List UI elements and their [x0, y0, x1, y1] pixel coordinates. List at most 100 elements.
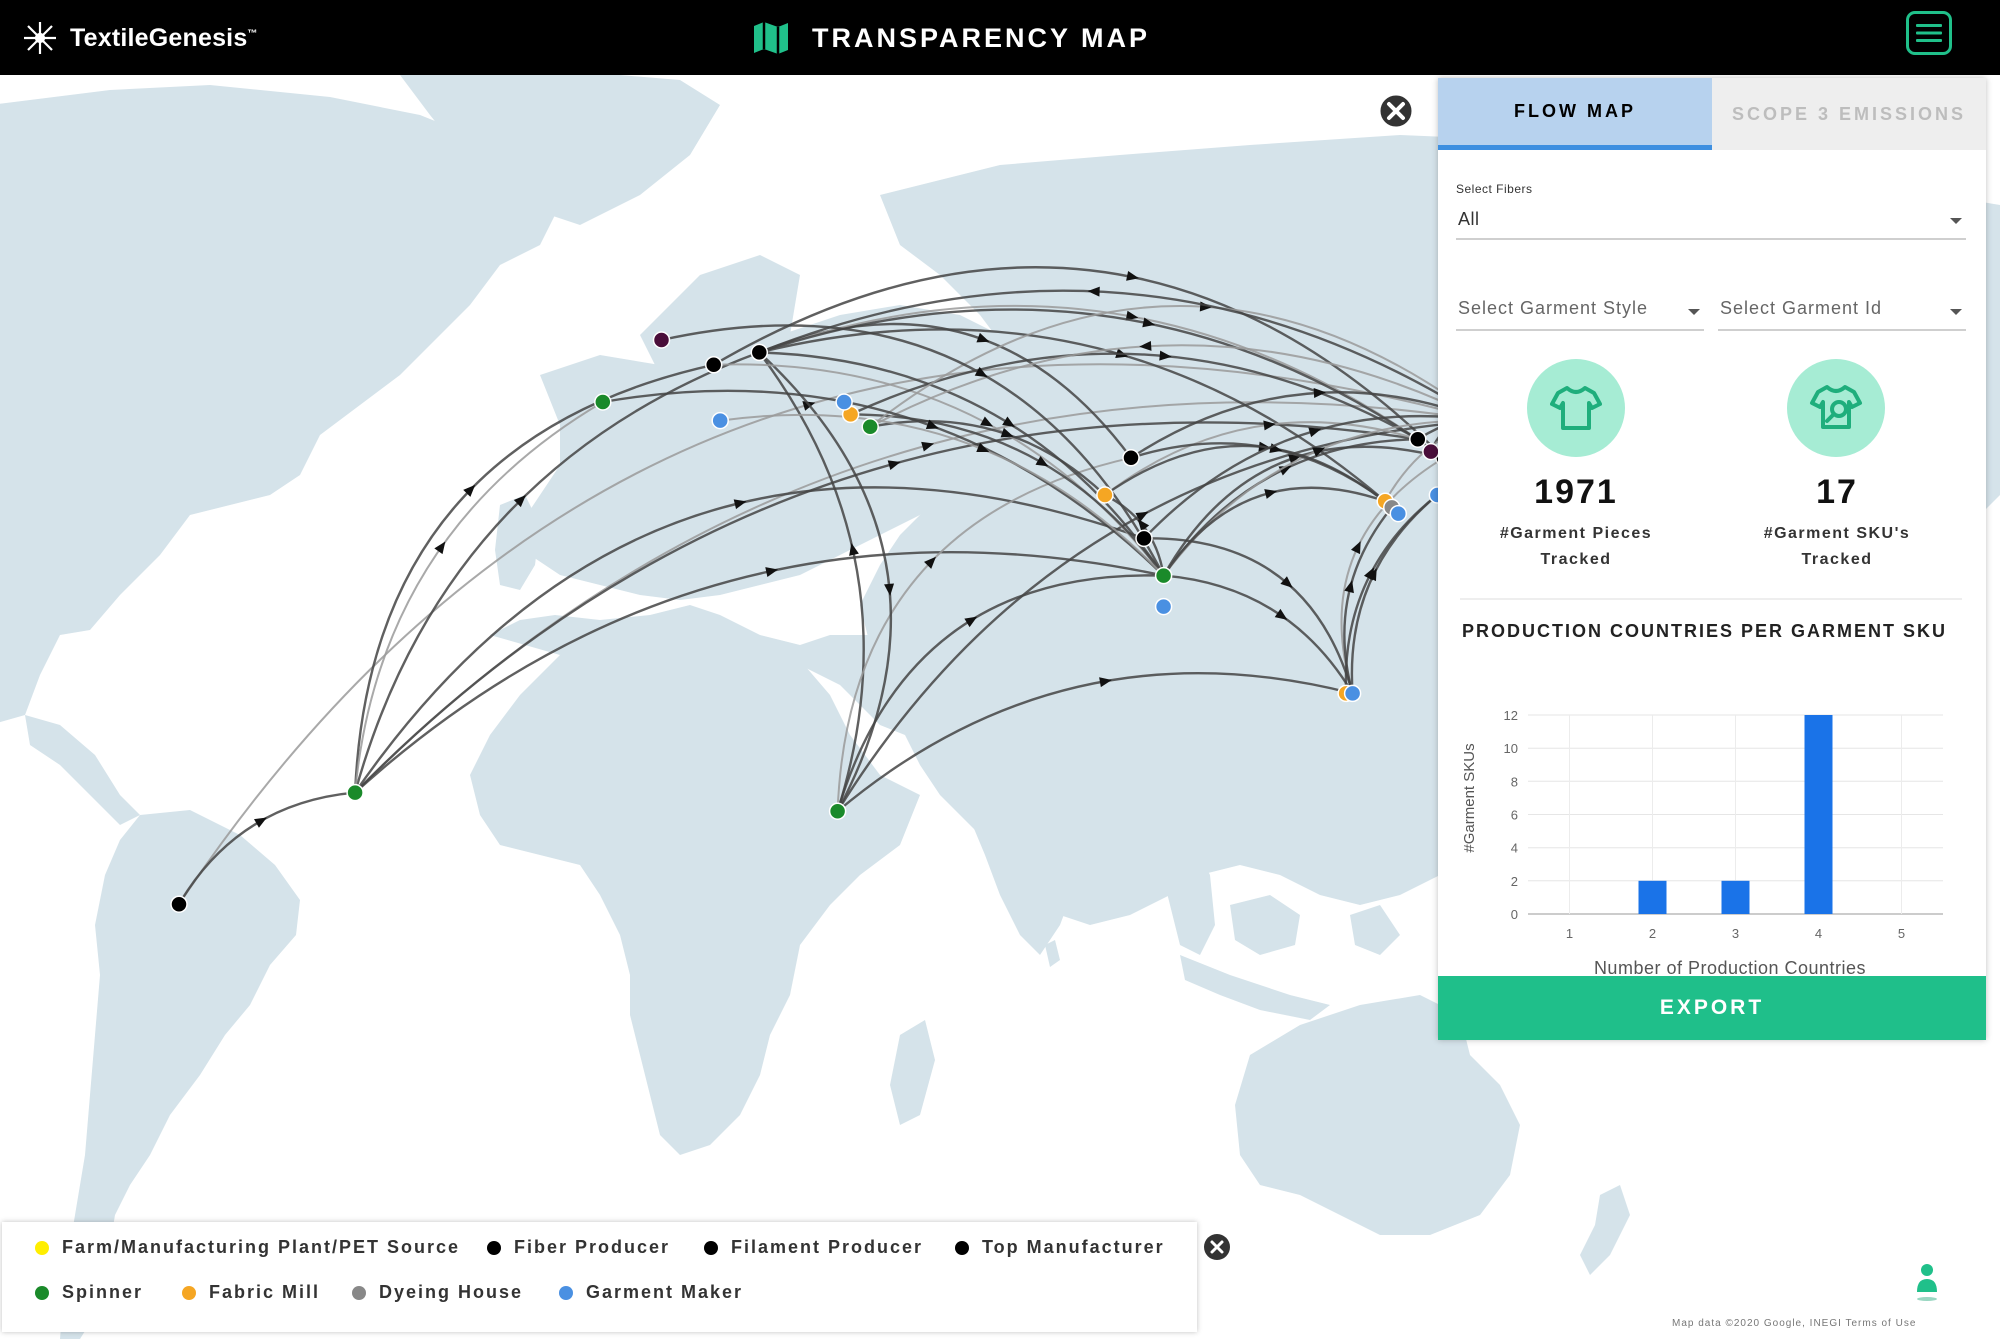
- chart-y-tick-label: 12: [1504, 708, 1518, 723]
- brand-name: TextileGenesis: [70, 23, 248, 52]
- garment-style-placeholder: Select Garment Style: [1458, 298, 1649, 318]
- garment-skus-count: 17: [1816, 473, 1858, 511]
- chart-y-axis-label: #Garment SKUs: [1461, 743, 1478, 852]
- chart-bar-2: [1638, 880, 1667, 914]
- title-wrap: TRANSPARENCY MAP: [752, 12, 1150, 64]
- garment-skus-label: #Garment SKU's Tracked: [1727, 521, 1947, 573]
- hamburger-menu-icon: [1916, 24, 1942, 42]
- garment-style-select[interactable]: Select Garment Style: [1456, 283, 1704, 331]
- legend-item-filament-producer: Filament Producer: [704, 1237, 923, 1258]
- garment-skus-label-line2: Tracked: [1801, 551, 1873, 568]
- map-attribution[interactable]: Map data ©2020 Google, INEGI Terms of Us…: [1672, 1318, 1916, 1329]
- legend-label: Filament Producer: [731, 1237, 924, 1257]
- map-node-spinner[interactable]: [594, 393, 612, 411]
- map-node-fabric-mill[interactable]: [1096, 486, 1114, 504]
- street-view-pegman-icon[interactable]: [1912, 1262, 1942, 1302]
- top-bar: TextileGenesis™ TRANSPARENCY MAP: [0, 0, 2000, 75]
- flow-arrow-icon: [434, 541, 446, 555]
- garment-pieces-count: 1971: [1534, 473, 1618, 511]
- map-node-fiber-producer[interactable]: [170, 895, 188, 913]
- legend-item-fabric-mill: Fabric Mill: [182, 1282, 320, 1303]
- map-node-farm-manufacturing-plant-pet-source[interactable]: [652, 331, 671, 349]
- legend-label: Garment Maker: [586, 1282, 744, 1302]
- map-icon: [754, 22, 788, 54]
- fibers-select[interactable]: All: [1456, 198, 1966, 240]
- legend-dot: [559, 1285, 573, 1300]
- legend-dot: [182, 1285, 196, 1300]
- garment-skus-label-line1: #Garment SKU's: [1763, 525, 1911, 542]
- flow-map-panel: FLOW MAP SCOPE 3 EMISSIONS Select Fibers…: [1438, 78, 1986, 1040]
- legend-item-fiber-producer: Fiber Producer: [487, 1237, 670, 1258]
- legend-item-garment-maker: Garment Maker: [559, 1282, 743, 1303]
- legend-item-spinner: Spinner: [35, 1282, 143, 1303]
- map-node-fiber-producer[interactable]: [750, 343, 769, 362]
- legend-item-top-manufacturer: Top Manufacturer: [955, 1237, 1165, 1258]
- map-node-garment-maker[interactable]: [835, 393, 853, 411]
- map-node-fiber-producer[interactable]: [704, 356, 723, 374]
- garment-skus-badge: [1787, 359, 1885, 457]
- chart-x-tick-label: 3: [1732, 926, 1739, 941]
- tab-scope-3-emissions[interactable]: SCOPE 3 EMISSIONS: [1712, 78, 1986, 150]
- garment-pieces-label-line1: #Garment Pieces: [1499, 525, 1653, 542]
- map-node-garment-maker[interactable]: [711, 411, 729, 430]
- map-node-spinner[interactable]: [346, 783, 364, 802]
- legend-label: Farm/Manufacturing Plant/PET Source: [62, 1237, 461, 1257]
- tab-flow-map[interactable]: FLOW MAP: [1438, 78, 1712, 150]
- chart-y-tick-label: 2: [1511, 874, 1518, 889]
- asterisk-logo-icon: [24, 22, 56, 54]
- garment-id-select[interactable]: Select Garment Id: [1718, 283, 1966, 331]
- legend-dot: [955, 1240, 969, 1255]
- chart-x-tick-label: 1: [1566, 926, 1573, 941]
- chart-y-tick-label: 8: [1511, 774, 1518, 789]
- panel-divider: [1460, 598, 1962, 600]
- fibers-value: All: [1458, 209, 1480, 229]
- chevron-down-icon: [1688, 309, 1700, 315]
- garment-pieces-label-line2: Tracked: [1540, 551, 1612, 568]
- map-node-spinner[interactable]: [861, 418, 879, 436]
- map-node-filament-producer[interactable]: [1122, 449, 1140, 467]
- hamburger-menu-button[interactable]: [1906, 11, 1952, 55]
- brand-trademark: ™: [247, 28, 258, 40]
- legend-label: Spinner: [62, 1282, 144, 1302]
- map-node-garment-maker[interactable]: [1154, 597, 1173, 616]
- chart-y-tick-label: 10: [1504, 741, 1518, 756]
- close-map-icon[interactable]: [1377, 92, 1415, 130]
- export-button[interactable]: EXPORT: [1438, 976, 1986, 1040]
- legend-label: Fabric Mill: [209, 1282, 321, 1302]
- legend-dot: [35, 1240, 49, 1255]
- legend-dot: [704, 1240, 718, 1255]
- chart-bar-4: [1804, 715, 1833, 914]
- map-node-spinner[interactable]: [1154, 566, 1173, 585]
- page-title: TRANSPARENCY MAP: [812, 22, 1151, 53]
- chevron-down-icon: [1950, 218, 1962, 224]
- chart-y-tick-label: 6: [1511, 808, 1518, 823]
- fibers-label: Select Fibers: [1456, 182, 1533, 196]
- production-countries-chart: 024681012 12345 #Garment SKUs Number of …: [1461, 708, 1943, 978]
- chevron-down-icon: [1950, 309, 1962, 315]
- chart-y-tick-label: 0: [1511, 907, 1518, 922]
- legend-label: Top Manufacturer: [982, 1237, 1165, 1257]
- legend-item-dyeing-house: Dyeing House: [352, 1282, 523, 1303]
- flow-arrow-icon: [254, 817, 267, 828]
- chart-y-ticks: 0 2 4 6 8 10 12: [1504, 708, 1518, 922]
- chart-x-tick-label: 2: [1649, 926, 1656, 941]
- legend-item-farm: Farm/Manufacturing Plant/PET Source: [35, 1237, 460, 1258]
- garment-pieces-label: #Garment Pieces Tracked: [1466, 521, 1686, 573]
- legend-label: Fiber Producer: [514, 1237, 671, 1257]
- chart-bar-3: [1721, 880, 1750, 914]
- brand[interactable]: TextileGenesis™: [22, 16, 258, 60]
- chart-x-axis-label: Number of Production Countries: [1594, 958, 1866, 978]
- map-node-top-manufacturer[interactable]: [1409, 430, 1427, 448]
- tshirt-icon: [1550, 386, 1602, 430]
- legend-dot: [352, 1285, 366, 1300]
- map-node-spinner[interactable]: [828, 802, 847, 820]
- legend-dot: [487, 1240, 501, 1255]
- map-node-farm-manufacturing-plant-pet-source[interactable]: [1422, 442, 1440, 461]
- map-legend: Farm/Manufacturing Plant/PET Source Fibe…: [2, 1222, 1197, 1332]
- chart-x-tick-label: 4: [1815, 926, 1822, 941]
- close-legend-icon[interactable]: [1203, 1233, 1231, 1261]
- map-node-garment-maker[interactable]: [1389, 504, 1408, 523]
- garment-id-placeholder: Select Garment Id: [1720, 298, 1883, 318]
- map-node-garment-maker[interactable]: [1343, 684, 1362, 703]
- map-node-top-manufacturer[interactable]: [1135, 529, 1153, 548]
